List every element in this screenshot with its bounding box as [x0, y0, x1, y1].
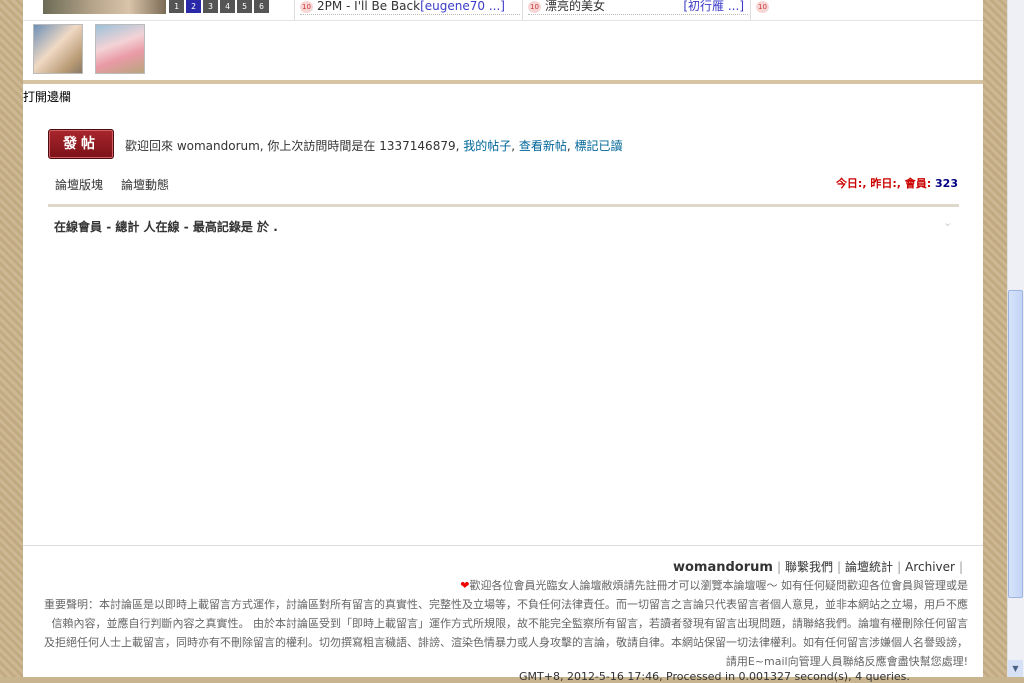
- header-bar: [23, 80, 983, 84]
- stats-today-label: 今日:: [835, 177, 863, 190]
- thumbnail-image[interactable]: [95, 24, 145, 74]
- forum-stats-link[interactable]: 論壇統計: [845, 560, 893, 574]
- chevron-down-icon[interactable]: ⌄: [943, 216, 952, 229]
- footer-disclaimer: 重要聲明：本討論區是以即時上載留言方式運作，討論區對所有留言的真實性、完整性及立…: [44, 598, 968, 668]
- dotted-separator: [300, 14, 520, 15]
- archiver-link[interactable]: Archiver: [905, 560, 955, 574]
- hot-badge-icon: 10: [756, 0, 769, 13]
- pager-2[interactable]: 2: [186, 0, 201, 13]
- online-members-label[interactable]: 在線會員: [54, 220, 102, 234]
- column-divider: [750, 0, 751, 20]
- separator: ,: [511, 139, 519, 153]
- dotted-separator: [528, 14, 748, 15]
- scrollbar-thumb[interactable]: [1008, 290, 1023, 598]
- mark-read-link[interactable]: 標記已讀: [575, 139, 623, 153]
- footer-links: womandorum | 聯繫我們 | 論壇統計 | Archiver |: [672, 560, 963, 575]
- online-members-summary: - 總計 人在線 - 最高記錄是 於 .: [102, 220, 278, 234]
- tab-forum-boards[interactable]: 論壇版塊: [55, 178, 103, 192]
- top-divider: [23, 20, 983, 21]
- hot-post-1[interactable]: 10 2PM - I'll Be Back[eugene70 ...]: [300, 0, 505, 14]
- hot-post-title[interactable]: 漂亮的美女: [545, 0, 605, 13]
- hot-post-author[interactable]: [eugene70 ...]: [420, 0, 505, 13]
- page: 1 2 3 4 5 6 10 2PM - I'll Be Back[eugene7…: [23, 0, 983, 683]
- footer-divider: [23, 545, 983, 546]
- top-strip: 1 2 3 4 5 6 10 2PM - I'll Be Back[eugene7…: [23, 0, 983, 80]
- footer-site-name[interactable]: womandorum: [673, 560, 773, 575]
- pager-6[interactable]: 6: [254, 0, 269, 13]
- forum-stats: 今日:, 昨日:, 會員: 323: [836, 175, 958, 191]
- forum-tabs: 論壇版塊 論壇動態: [55, 176, 187, 193]
- pager-4[interactable]: 4: [220, 0, 235, 13]
- new-post-button[interactable]: 發帖: [48, 129, 114, 159]
- tab-forum-activity[interactable]: 論壇動態: [121, 178, 169, 192]
- pager-5[interactable]: 5: [237, 0, 252, 13]
- hot-post-title[interactable]: 2PM - I'll Be Back: [317, 0, 420, 13]
- column-divider: [294, 0, 295, 20]
- welcome-bar: 歡迎回來 womandorum, 你上次訪問時間是在 1337146879, 我…: [125, 137, 623, 154]
- column-divider: [522, 0, 523, 20]
- thumbnail-image[interactable]: [33, 24, 83, 74]
- separator: ,: [566, 139, 575, 153]
- slide-pager: 1 2 3 4 5 6: [169, 0, 269, 14]
- hot-post-3[interactable]: 10: [756, 0, 773, 14]
- scroll-down-arrow-icon[interactable]: ▼: [1008, 660, 1023, 677]
- stats-members-label: , 會員:: [896, 177, 932, 190]
- my-posts-link[interactable]: 我的帖子: [463, 139, 511, 153]
- pager-1[interactable]: 1: [169, 0, 184, 13]
- hot-post-2[interactable]: 10 漂亮的美女 [初行雁 ...]: [528, 0, 744, 14]
- new-posts-link[interactable]: 查看新帖: [519, 139, 567, 153]
- section-divider: [48, 204, 959, 207]
- welcome-text: 歡迎回來 womandorum, 你上次訪問時間是在 1337146879,: [125, 139, 464, 153]
- left-border: [0, 0, 23, 677]
- right-border: [983, 0, 1007, 677]
- footer-notice: ❤歡迎各位會員光臨女人論壇敝煩請先註冊才可以瀏覽本論壇喔～ 如有任何疑問歡迎各位…: [41, 576, 968, 671]
- online-members: 在線會員 - 總計 人在線 - 最高記錄是 於 .: [54, 218, 278, 235]
- hot-badge-icon: 10: [528, 0, 541, 13]
- stats-yesterday-label: , 昨日:: [862, 177, 897, 190]
- toggle-sidebar-link[interactable]: 打開邊欄: [23, 88, 71, 105]
- pager-3[interactable]: 3: [203, 0, 218, 13]
- hot-badge-icon: 10: [300, 0, 313, 13]
- footer-welcome-text: 歡迎各位會員光臨女人論壇敝煩請先註冊才可以瀏覽本論壇喔～ 如有任何疑問歡迎各位會…: [469, 579, 969, 592]
- hot-post-author[interactable]: [初行雁 ...]: [683, 0, 744, 13]
- stats-members-count[interactable]: 323: [935, 177, 958, 190]
- banner-image[interactable]: [43, 0, 166, 14]
- heart-icon: ❤: [460, 579, 470, 592]
- contact-us-link[interactable]: 聯繫我們: [785, 560, 833, 574]
